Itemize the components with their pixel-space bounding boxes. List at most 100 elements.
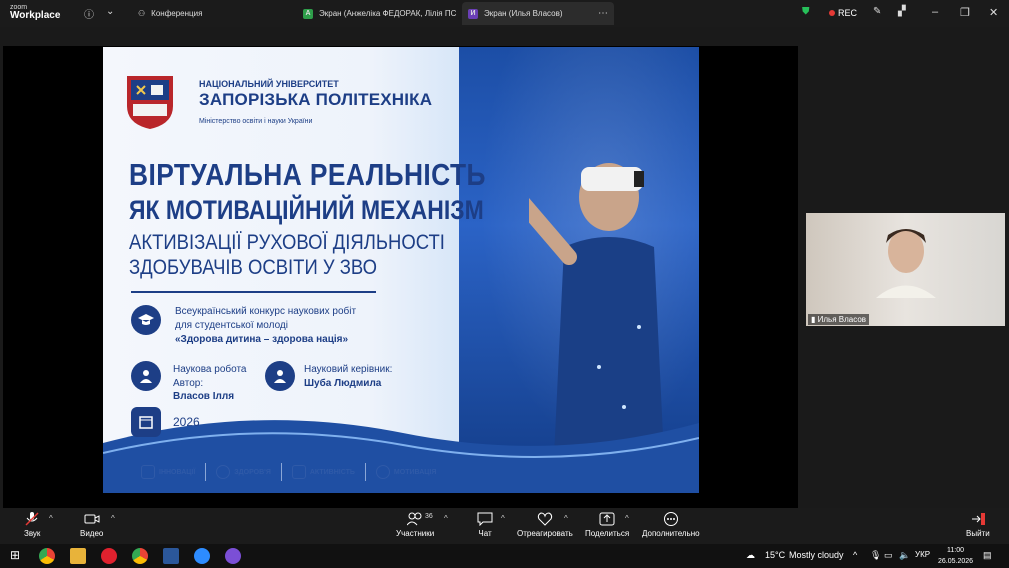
- os-taskbar: ⊞ ☁ 15°C Mostly cloudy ^ 🎙 ▭ 🔈 УКР 11:00…: [0, 544, 1009, 568]
- cloud-icon: ☁: [746, 550, 755, 560]
- chat-icon: [477, 512, 493, 526]
- slide-subtitle-line2: ЗДОБУВАЧІВ ОСВІТИ У ЗВО: [129, 256, 378, 279]
- leave-icon: [971, 513, 985, 525]
- chat-label: Чат: [478, 529, 492, 538]
- people-icon: ⚇: [138, 9, 146, 18]
- more-options-icon[interactable]: ⋯: [598, 8, 608, 19]
- close-button[interactable]: ✕: [989, 6, 998, 19]
- tab-conference[interactable]: ⚇ Конференция: [132, 2, 292, 25]
- mic-tray-icon[interactable]: 🎙: [870, 550, 881, 561]
- app-logo: zoom Workplace: [10, 4, 60, 21]
- volume-icon[interactable]: 🔈: [899, 550, 910, 561]
- record-dot-icon: [829, 10, 835, 16]
- footer-health: ЗДОРОВ'Я: [234, 468, 271, 476]
- contest-line1: Всеукраїнський конкурс наукових робіт: [175, 306, 357, 317]
- tab-badge: А: [303, 8, 313, 19]
- heart-react-icon: [537, 512, 553, 526]
- participants-label: Участники: [396, 529, 435, 538]
- clock-time: 11:00: [947, 547, 965, 554]
- participants-icon: [407, 512, 422, 526]
- leave-button[interactable]: Выйти: [966, 512, 990, 538]
- opera-icon[interactable]: [101, 548, 117, 564]
- folder-icon[interactable]: [70, 548, 86, 564]
- chevron-down-icon[interactable]: ⌄: [106, 6, 114, 17]
- signal-icon: ▮: [811, 315, 816, 324]
- meeting-toolbar: Звук ^ Видео ^ Участники 36 ^ Чат ^ Отре…: [0, 508, 1009, 544]
- word-icon[interactable]: [163, 548, 179, 564]
- tab-screen-share-2[interactable]: И Экран (Илья Власов) ⋯: [462, 2, 614, 25]
- participant-name: ▮ Илья Власов: [808, 314, 870, 325]
- video-button[interactable]: Видео: [80, 512, 103, 538]
- audio-button[interactable]: Звук: [24, 512, 40, 538]
- title-bar: zoom Workplace ⓘ ⌄ ⚇ Конференция А Экран…: [0, 0, 1009, 27]
- battery-icon[interactable]: ▭: [884, 550, 893, 561]
- clock[interactable]: 11:00 26.05.2026: [938, 545, 973, 567]
- windows-start-icon[interactable]: ⊞: [10, 548, 20, 562]
- leave-label: Выйти: [966, 529, 990, 538]
- share-options-caret[interactable]: ^: [625, 514, 629, 523]
- more-label: Дополнительно: [642, 529, 700, 538]
- footer-innovation: ІННОВАЦІЇ: [159, 468, 196, 476]
- layout-icon[interactable]: ▞: [898, 6, 906, 17]
- tab-screen-share-1[interactable]: А Экран (Анжеліка ФЕДОРАК, Лілія ПС: [297, 2, 457, 25]
- more-dots-icon: [663, 512, 678, 526]
- notifications-icon[interactable]: ▤: [983, 550, 992, 561]
- footer-motivation: МОТИВАЦІЯ: [393, 468, 437, 476]
- share-screen-icon: [599, 512, 615, 526]
- calendar-icon: [131, 407, 161, 437]
- tab-label: Конференция: [151, 9, 203, 18]
- video-label: Видео: [80, 529, 104, 538]
- graduation-cap-icon: [131, 305, 161, 335]
- info-icon[interactable]: ⓘ: [84, 6, 94, 21]
- rec-label: REC: [838, 8, 858, 18]
- restore-button[interactable]: ❐: [960, 6, 970, 19]
- recording-indicator[interactable]: REC: [829, 8, 857, 18]
- supervisor-label: Науковий керівник:: [304, 364, 393, 375]
- microphone-muted-icon: [25, 512, 39, 526]
- app-icon[interactable]: [225, 548, 241, 564]
- participants-count: 36: [425, 513, 433, 520]
- participant-avatar: [876, 229, 936, 298]
- more-button[interactable]: Дополнительно: [642, 512, 700, 538]
- tab-badge: И: [468, 8, 478, 19]
- chrome-icon[interactable]: [132, 548, 148, 564]
- chevron-up-icon[interactable]: ^: [853, 550, 857, 560]
- university-crest: [127, 76, 173, 129]
- slide-footer: ІННОВАЦІЇ ЗДОРОВ'Я АКТИВНІСТЬ МОТИВАЦІЯ: [141, 463, 436, 481]
- minimize-button[interactable]: –: [932, 6, 938, 18]
- logo-line2: Workplace: [10, 10, 61, 21]
- shield-icon[interactable]: ⛊: [802, 6, 810, 17]
- zoom-icon[interactable]: [194, 548, 210, 564]
- author-label: Автор:: [173, 378, 204, 389]
- chat-button[interactable]: Чат: [477, 512, 493, 538]
- supervisor-person-icon: [265, 361, 295, 391]
- language-indicator[interactable]: УКР: [915, 550, 930, 559]
- weather-temp: 15°C: [765, 550, 786, 560]
- heart-icon: [216, 465, 231, 479]
- university-line1: НАЦІОНАЛЬНИЙ УНІВЕРСИТЕТ: [199, 79, 339, 89]
- share-button[interactable]: Поделиться: [585, 512, 629, 538]
- participant-video[interactable]: ▮ Илья Власов: [806, 213, 1005, 326]
- chart-icon: [141, 465, 155, 479]
- audio-options-caret[interactable]: ^: [49, 514, 53, 523]
- browser-icon[interactable]: [39, 548, 55, 564]
- pen-icon[interactable]: ✎: [873, 6, 881, 17]
- clock-date: 26.05.2026: [938, 558, 974, 565]
- ministry-label: Міністерство освіти і науки України: [199, 118, 313, 125]
- supervisor-name: Шуба Людмила: [304, 378, 382, 389]
- person-icon: [131, 361, 161, 391]
- slide-title-line1: ВІРТУАЛЬНА РЕАЛЬНІСТЬ: [129, 157, 486, 192]
- university-name: ЗАПОРІЗЬКА ПОЛІТЕХНІКА: [199, 90, 433, 109]
- video-options-caret[interactable]: ^: [111, 514, 115, 523]
- chat-options-caret[interactable]: ^: [501, 514, 505, 523]
- weather-text: Mostly cloudy: [789, 550, 844, 560]
- title-divider: [131, 291, 376, 293]
- react-options-caret[interactable]: ^: [564, 514, 568, 523]
- slide-subtitle-line1: АКТИВІЗАЦІЇ РУХОВОЇ ДІЯЛЬНОСТІ: [129, 231, 445, 254]
- participants-options-caret[interactable]: ^: [444, 514, 448, 523]
- react-label: Отреагировать: [517, 529, 573, 538]
- brain-icon: [375, 465, 390, 479]
- camera-icon: [84, 514, 100, 524]
- share-label: Поделиться: [585, 529, 630, 538]
- footer-activity: АКТИВНІСТЬ: [309, 468, 355, 476]
